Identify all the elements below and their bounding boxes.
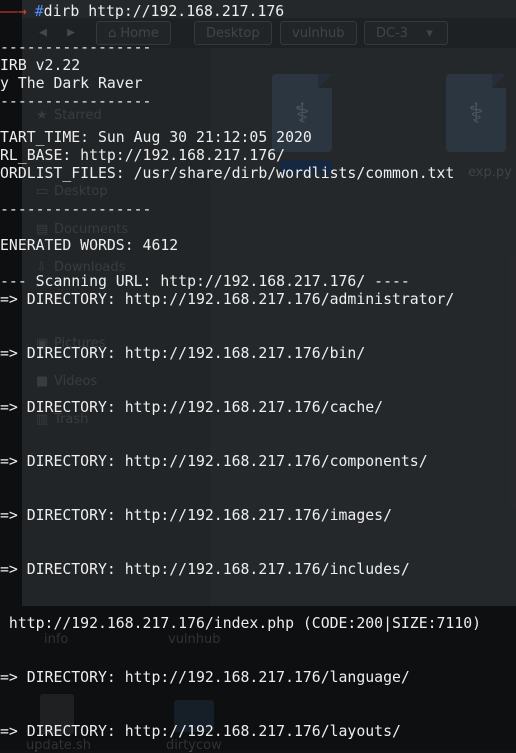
terminal-output-line: ORDLIST_FILES: /usr/share/dirb/wordlists…: [0, 165, 455, 182]
terminal-output-line: => DIRECTORY: http://192.168.217.176/cac…: [0, 399, 384, 416]
terminal-output-line: --- Scanning URL: http://192.168.217.176…: [0, 273, 410, 290]
terminal-output-line: ENERATED WORDS: 4612: [0, 237, 179, 254]
terminal-prompt-line: ——→ #dirb http://192.168.217.176: [0, 3, 284, 21]
prompt-arrow: ——→: [0, 3, 27, 20]
terminal-output-line: => DIRECTORY: http://192.168.217.176/com…: [0, 453, 428, 470]
terminal-output-line: => DIRECTORY: http://192.168.217.176/adm…: [0, 291, 455, 308]
terminal-output-line: IRB v2.22: [0, 57, 81, 74]
terminal-window[interactable]: ——→ #dirb http://192.168.217.176 --------…: [0, 0, 516, 750]
terminal-output-line: http://192.168.217.176/index.php (CODE:2…: [0, 615, 482, 632]
terminal-output-line: => DIRECTORY: http://192.168.217.176/inc…: [0, 561, 410, 578]
terminal-output-line: => DIRECTORY: http://192.168.217.176/ima…: [0, 507, 392, 524]
terminal-output-line: -----------------: [0, 93, 152, 110]
terminal-output-line: => DIRECTORY: http://192.168.217.176/lay…: [0, 723, 401, 740]
terminal-command: dirb http://192.168.217.176: [43, 3, 285, 20]
terminal-output-line: RL_BASE: http://192.168.217.176/: [0, 147, 286, 164]
terminal-output-line: -----------------: [0, 201, 152, 218]
terminal-output-line: => DIRECTORY: http://192.168.217.176/bin…: [0, 345, 366, 362]
terminal-output-line: -----------------: [0, 39, 152, 56]
terminal-output-line: TART_TIME: Sun Aug 30 21:12:05 2020: [0, 129, 312, 146]
terminal-output-line: y The Dark Raver: [0, 75, 143, 92]
prompt-hash: #: [34, 3, 44, 20]
terminal-output-line: => DIRECTORY: http://192.168.217.176/lan…: [0, 669, 410, 686]
